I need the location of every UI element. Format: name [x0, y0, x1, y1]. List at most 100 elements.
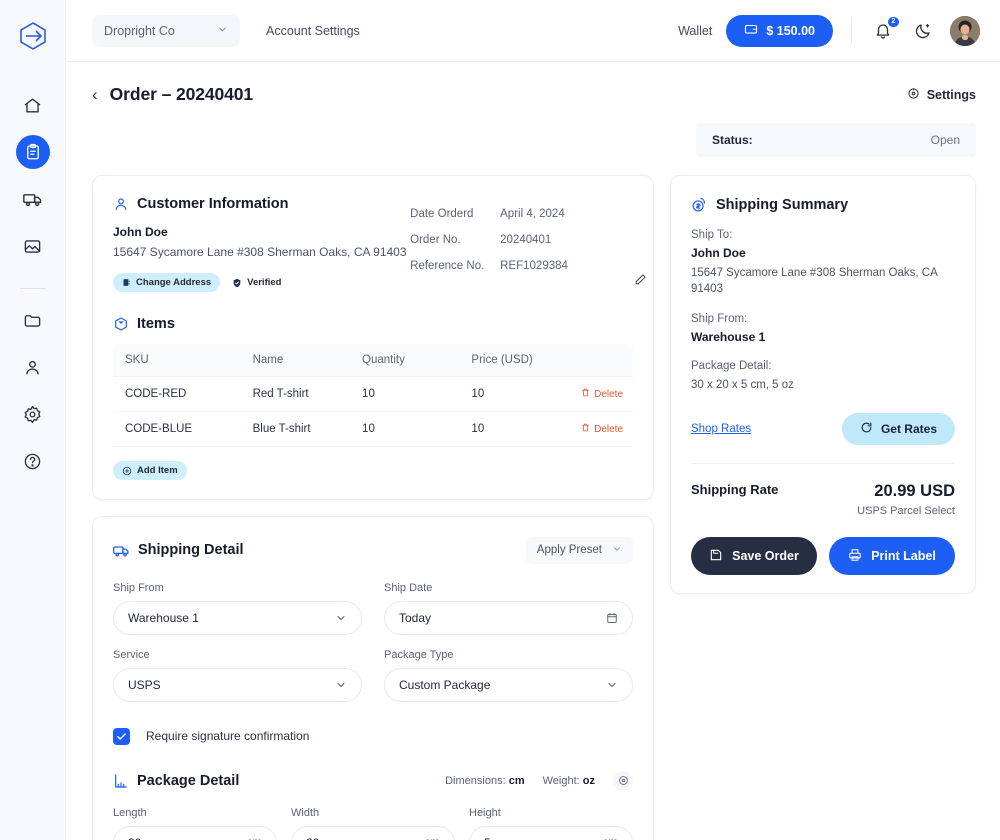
sidebar-item-orders[interactable]	[16, 135, 50, 169]
ruler-icon	[113, 773, 129, 789]
page-header: ‹ Order – 20240401 Settings	[92, 84, 976, 105]
height-input[interactable]: 5 cm	[469, 826, 633, 840]
delete-item-label: Delete	[594, 389, 623, 400]
width-label: Width	[291, 807, 455, 819]
address-book-icon	[122, 278, 131, 287]
delete-item-button[interactable]: Delete	[581, 423, 623, 435]
ship-date-input[interactable]: Today	[384, 601, 633, 635]
trash-icon	[581, 388, 590, 400]
app-logo[interactable]	[11, 14, 55, 58]
add-item-label: Add Item	[137, 465, 178, 476]
topbar-right: Wallet $ 150.00 2	[678, 15, 980, 47]
items-header-row: SKU Name Quantity Price (USD)	[113, 344, 633, 377]
add-item-button[interactable]: Add Item	[113, 461, 187, 480]
apply-preset-button[interactable]: Apply Preset	[526, 537, 633, 564]
cell-price: 10	[459, 377, 569, 412]
notification-badge: 2	[888, 17, 899, 27]
dimensions-label: Dimensions:	[445, 775, 506, 787]
ship-from-label: Ship From	[113, 582, 362, 594]
service-select[interactable]: USPS	[113, 668, 362, 702]
length-group: Length 30 cm	[113, 807, 277, 840]
main-area: Dropright Co Account Settings Wallet $ 1…	[66, 0, 1000, 840]
customer-left: Customer Information John Doe 15647 Syca…	[113, 196, 410, 292]
back-button[interactable]: ‹	[92, 86, 98, 103]
package-detail-header: Package Detail Dimensions: cm Weight: oz	[113, 771, 633, 791]
right-column: Shipping Summary Ship To: John Doe 15647…	[670, 175, 976, 594]
signature-checkbox[interactable]	[113, 728, 130, 745]
customer-top: Customer Information John Doe 15647 Syca…	[113, 196, 633, 292]
shipping-rate-amount-group: 20.99 USD USPS Parcel Select	[857, 482, 955, 517]
org-selector[interactable]: Dropright Co	[92, 15, 240, 47]
reference-no-label: Reference No.	[410, 260, 500, 272]
account-settings-link[interactable]: Account Settings	[266, 24, 360, 38]
items-section-header: Items	[113, 316, 633, 332]
package-type-group: Package Type Custom Package	[384, 649, 633, 702]
wallet-balance-button[interactable]: $ 150.00	[726, 15, 833, 47]
get-rates-button[interactable]: Get Rates	[842, 413, 955, 445]
width-group: Width 20 cm	[291, 807, 455, 840]
trash-icon	[581, 423, 590, 435]
add-item-row: Add Item	[113, 461, 633, 481]
date-ordered-value: April 4, 2024	[500, 208, 565, 220]
topbar: Dropright Co Account Settings Wallet $ 1…	[66, 0, 1000, 62]
length-value: 30	[128, 836, 141, 840]
plus-circle-icon	[122, 466, 132, 476]
save-order-button[interactable]: Save Order	[691, 537, 817, 575]
cell-sku: CODE-BLUE	[113, 412, 241, 447]
status-label: Status:	[712, 133, 753, 147]
reference-no-value: REF1029384	[500, 260, 568, 272]
height-group: Height 5 cm	[469, 807, 633, 840]
chevron-down-icon	[606, 679, 618, 691]
money-icon	[691, 196, 708, 213]
print-label-label: Print Label	[871, 549, 936, 563]
shipping-form-row-2: Service USPS Package Type	[113, 649, 633, 702]
sidebar-item-shipments[interactable]	[16, 182, 50, 216]
save-order-label: Save Order	[732, 549, 799, 563]
summary-ship-from-label: Ship From:	[691, 313, 955, 325]
unit-settings-button[interactable]	[613, 771, 633, 791]
print-label-button[interactable]: Print Label	[829, 537, 955, 575]
signature-label: Require signature confirmation	[146, 729, 309, 743]
sidebar-item-folders[interactable]	[16, 303, 50, 337]
sidebar-item-help[interactable]	[16, 444, 50, 478]
notifications-button[interactable]: 2	[870, 18, 896, 44]
column-actions	[569, 344, 633, 377]
calendar-icon	[606, 612, 618, 624]
length-label: Length	[113, 807, 277, 819]
length-input[interactable]: 30 cm	[113, 826, 277, 840]
shipping-detail-header: Shipping Detail Apply Preset	[113, 537, 633, 564]
chevron-down-icon	[612, 544, 622, 557]
shipping-rate-service: USPS Parcel Select	[857, 505, 955, 517]
change-address-button[interactable]: Change Address	[113, 273, 220, 292]
meta-row-date: Date Orderd April 4, 2024	[410, 208, 633, 220]
edit-pencil-icon[interactable]	[634, 273, 647, 291]
status-row: Status: Open	[92, 113, 976, 157]
ship-date-value: Today	[399, 611, 431, 625]
shipping-detail-card: Shipping Detail Apply Preset	[92, 516, 654, 840]
sidebar-item-settings[interactable]	[16, 397, 50, 431]
package-type-select[interactable]: Custom Package	[384, 668, 633, 702]
sidebar-divider	[20, 288, 46, 289]
sidebar-item-contacts[interactable]	[16, 350, 50, 384]
chevron-down-icon	[335, 679, 347, 691]
sidebar-item-home[interactable]	[16, 88, 50, 122]
table-row: CODE-RED Red T-shirt 10 10	[113, 377, 633, 412]
width-input[interactable]: 20 cm	[291, 826, 455, 840]
rates-row: Shop Rates Get Rates	[691, 413, 955, 445]
ship-from-select[interactable]: Warehouse 1	[113, 601, 362, 635]
unit-info: Dimensions: cm Weight: oz	[445, 771, 633, 791]
user-avatar[interactable]	[950, 16, 980, 46]
dark-mode-toggle[interactable]	[910, 18, 936, 44]
wallet-icon	[744, 22, 758, 39]
order-settings-button[interactable]: Settings	[907, 87, 976, 103]
delete-item-button[interactable]: Delete	[581, 388, 623, 400]
box-icon	[113, 316, 129, 332]
service-value: USPS	[128, 678, 161, 692]
meta-row-order-no: Order No. 20240401	[410, 234, 633, 246]
chevron-down-icon	[335, 612, 347, 624]
sidebar	[0, 0, 66, 840]
topbar-divider	[851, 18, 852, 44]
shop-rates-link[interactable]: Shop Rates	[691, 423, 751, 435]
apply-preset-label: Apply Preset	[537, 544, 602, 556]
sidebar-item-reports[interactable]	[16, 229, 50, 263]
